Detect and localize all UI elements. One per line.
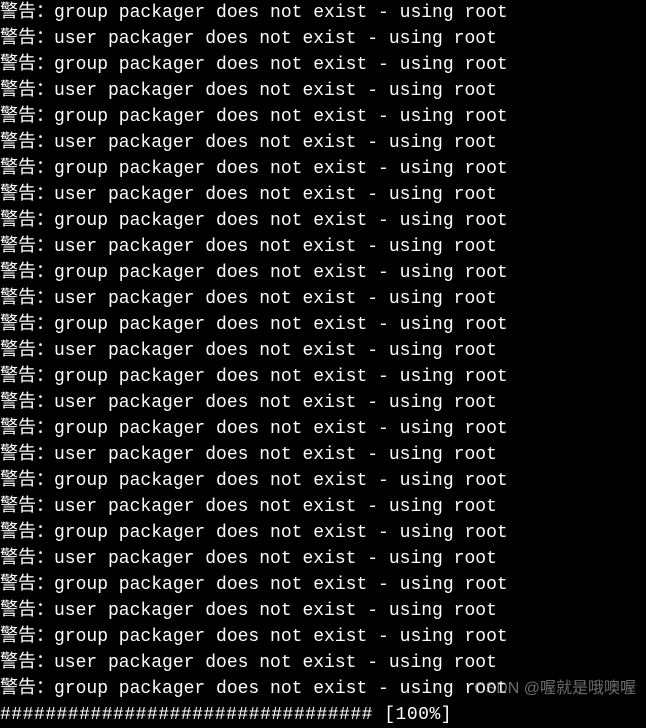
warning-line: 警告：user packager does not exist - using … (0, 78, 646, 104)
warning-line: 警告：group packager does not exist - using… (0, 364, 646, 390)
warning-line: 警告：user packager does not exist - using … (0, 598, 646, 624)
warning-line: 警告：group packager does not exist - using… (0, 156, 646, 182)
warning-line: 警告：user packager does not exist - using … (0, 650, 646, 676)
warning-line: 警告：user packager does not exist - using … (0, 286, 646, 312)
warning-line: 警告：group packager does not exist - using… (0, 416, 646, 442)
warning-line: 警告：user packager does not exist - using … (0, 182, 646, 208)
warning-line: 警告：user packager does not exist - using … (0, 26, 646, 52)
warning-line: 警告：group packager does not exist - using… (0, 676, 646, 702)
warning-line: 警告：group packager does not exist - using… (0, 208, 646, 234)
warning-line: 警告：group packager does not exist - using… (0, 572, 646, 598)
warning-line: 警告：user packager does not exist - using … (0, 390, 646, 416)
warning-line: 警告：group packager does not exist - using… (0, 104, 646, 130)
warning-line: 警告：user packager does not exist - using … (0, 234, 646, 260)
warning-line: 警告：group packager does not exist - using… (0, 0, 646, 26)
warning-line: 警告：group packager does not exist - using… (0, 624, 646, 650)
terminal-output: 警告：group packager does not exist - using… (0, 0, 646, 728)
warning-line: 警告：group packager does not exist - using… (0, 520, 646, 546)
warning-line: 警告：user packager does not exist - using … (0, 338, 646, 364)
warning-line: 警告：group packager does not exist - using… (0, 52, 646, 78)
warning-line: 警告：group packager does not exist - using… (0, 260, 646, 286)
warning-line: 警告：group packager does not exist - using… (0, 468, 646, 494)
warning-line: 警告：group packager does not exist - using… (0, 312, 646, 338)
warning-line: 警告：user packager does not exist - using … (0, 442, 646, 468)
warning-line: 警告：user packager does not exist - using … (0, 130, 646, 156)
warning-lines: 警告：group packager does not exist - using… (0, 0, 646, 702)
warning-line: 警告：user packager does not exist - using … (0, 546, 646, 572)
progress-bar: ################################# [100%] (0, 702, 646, 728)
warning-line: 警告：user packager does not exist - using … (0, 494, 646, 520)
